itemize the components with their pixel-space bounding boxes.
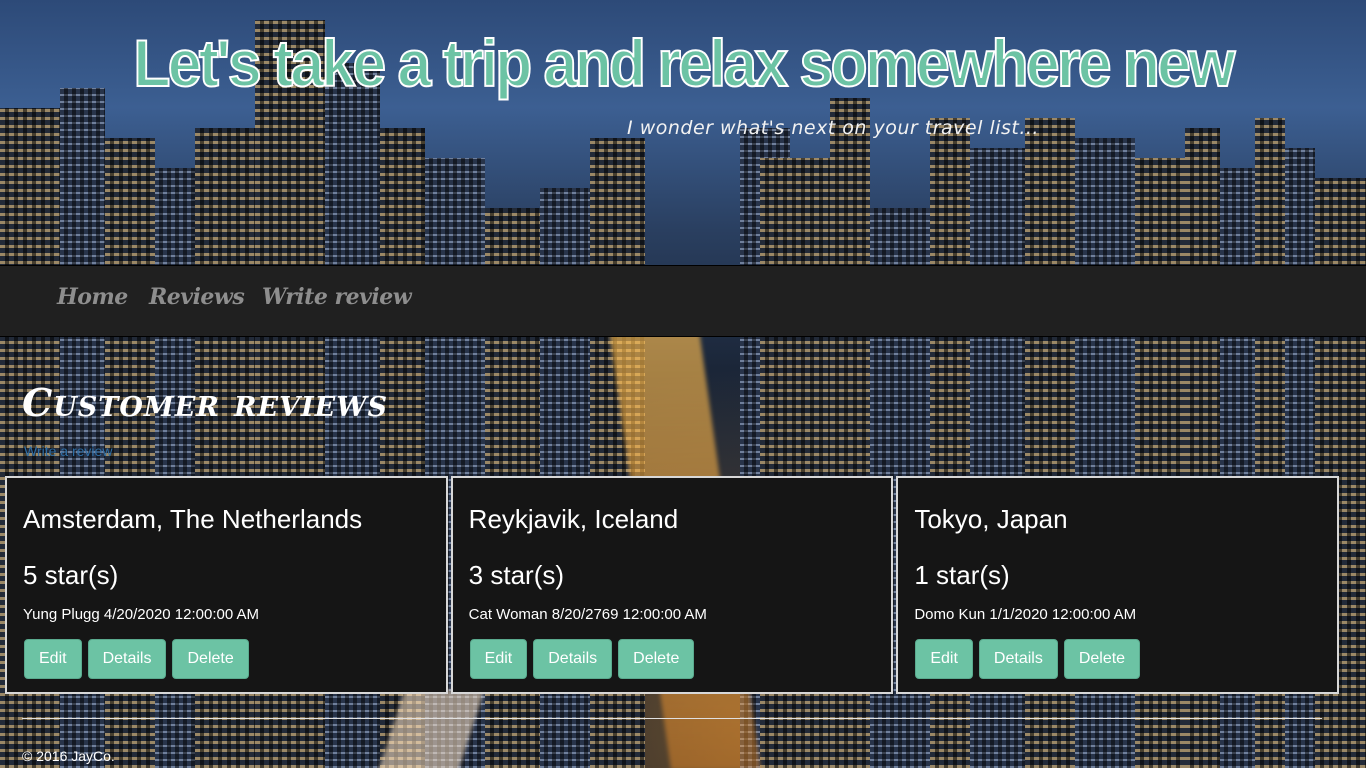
site-title: Let's take a trip and relax somewhere ne… bbox=[132, 25, 1236, 101]
write-review-link[interactable]: Write a review bbox=[24, 443, 112, 459]
review-author-date: Domo Kun 1/1/2020 12:00:00 AM bbox=[914, 606, 1137, 623]
review-actions: Edit Details Delete bbox=[915, 639, 1146, 679]
review-card-list: Amsterdam, The Netherlands 5 star(s) Yun… bbox=[5, 476, 1340, 694]
review-actions: Edit Details Delete bbox=[469, 639, 701, 679]
review-rating: 5 star(s) bbox=[23, 560, 119, 590]
review-destination: Tokyo, Japan bbox=[914, 504, 1068, 534]
edit-button[interactable]: Edit bbox=[915, 639, 973, 679]
delete-button[interactable]: Delete bbox=[1063, 639, 1141, 679]
review-rating: 3 star(s) bbox=[468, 560, 565, 590]
details-button[interactable]: Details bbox=[978, 639, 1058, 679]
review-card: Reykjavik, Iceland 3 star(s) Cat Woman 8… bbox=[450, 476, 894, 694]
review-destination: Amsterdam, The Netherlands bbox=[23, 504, 363, 534]
edit-button[interactable]: Edit bbox=[24, 639, 82, 679]
main-navbar: Home Reviews Write review bbox=[0, 265, 1366, 337]
details-button[interactable]: Details bbox=[533, 639, 613, 679]
nav-item-write-review[interactable]: Write review bbox=[262, 284, 412, 310]
review-author-date: Cat Woman 8/20/2769 12:00:00 AM bbox=[468, 606, 707, 623]
site-header: Let's take a trip and relax somewhere ne… bbox=[0, 0, 1366, 265]
review-author-date: Yung Plugg 4/20/2020 12:00:00 AM bbox=[23, 606, 260, 623]
review-actions: Edit Details Delete bbox=[24, 639, 255, 679]
edit-button[interactable]: Edit bbox=[469, 639, 528, 679]
delete-button[interactable]: Delete bbox=[172, 639, 249, 679]
nav-item-reviews[interactable]: Reviews bbox=[149, 284, 245, 310]
nav-item-home[interactable]: Home bbox=[57, 284, 128, 310]
delete-button[interactable]: Delete bbox=[618, 639, 695, 679]
footer-divider bbox=[22, 718, 1322, 719]
footer-copyright: © 2016 JayCo. bbox=[22, 748, 115, 764]
review-destination: Reykjavik, Iceland bbox=[468, 504, 679, 534]
page-title: Customer reviews bbox=[22, 380, 389, 425]
review-rating: 1 star(s) bbox=[914, 560, 1010, 590]
details-button[interactable]: Details bbox=[87, 639, 167, 679]
site-tagline: I wonder what's next on your travel list… bbox=[627, 117, 1039, 139]
review-card: Tokyo, Japan 1 star(s) Domo Kun 1/1/2020… bbox=[896, 476, 1340, 694]
review-card: Amsterdam, The Netherlands 5 star(s) Yun… bbox=[5, 476, 448, 694]
